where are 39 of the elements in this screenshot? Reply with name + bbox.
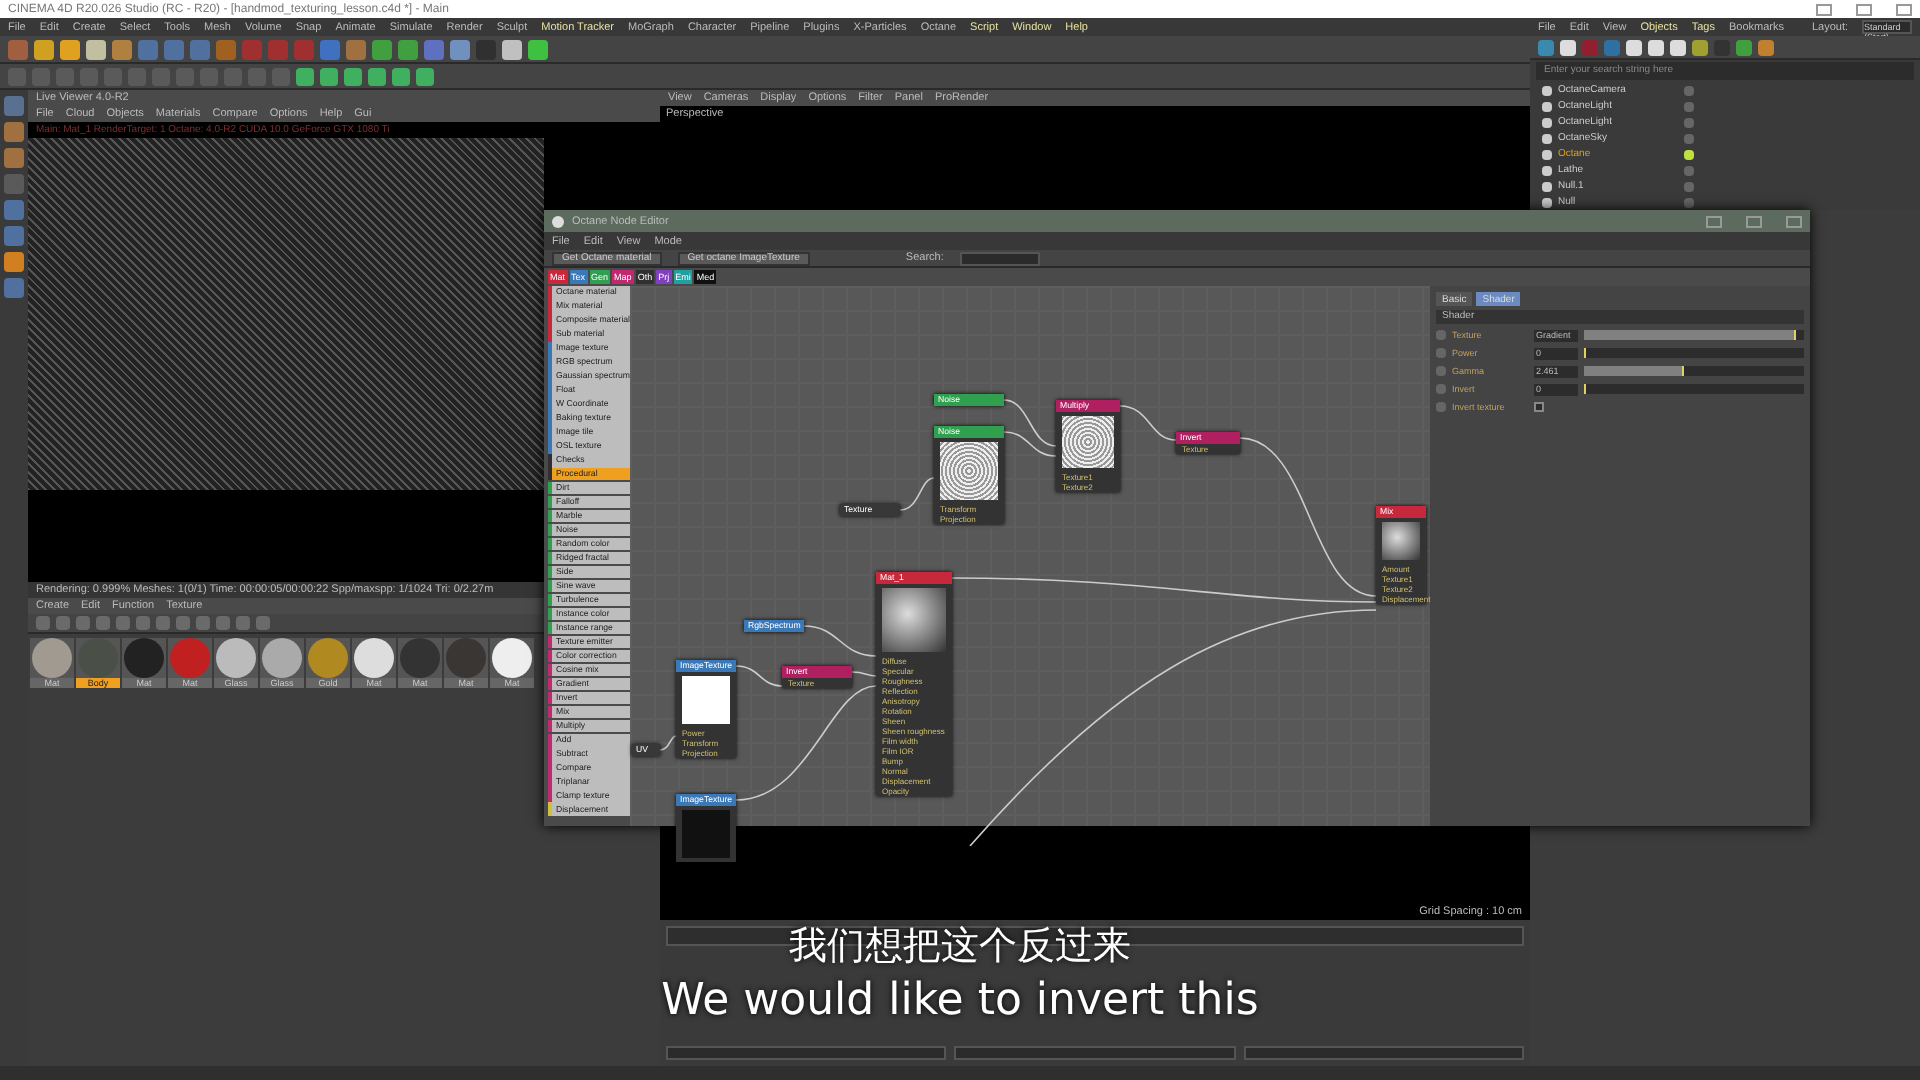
connection-wire — [851, 671, 877, 677]
material-ball-icon — [216, 638, 256, 678]
material-ball-icon — [492, 638, 532, 678]
maximize-button[interactable] — [1746, 215, 1762, 227]
minimize-button[interactable] — [1706, 215, 1722, 227]
material-ball-icon — [124, 638, 164, 678]
checkbox[interactable] — [1534, 402, 1544, 412]
material-preview — [882, 588, 946, 652]
material-ball-icon — [308, 638, 348, 678]
search-field[interactable] — [959, 251, 1040, 265]
subtitle: 我们想把这个反过来 — [789, 922, 1131, 972]
close-button[interactable] — [1896, 3, 1912, 15]
slider[interactable] — [1584, 366, 1804, 376]
material-ball-icon — [78, 638, 118, 678]
maximize-button[interactable] — [1856, 3, 1872, 15]
slider[interactable] — [1584, 384, 1804, 394]
frame-field[interactable] — [1243, 1046, 1524, 1060]
material-ball-icon — [446, 638, 486, 678]
connection-wire — [899, 477, 935, 511]
material-ball-icon — [32, 638, 72, 678]
texture-preview — [940, 442, 998, 500]
texture-preview — [1062, 416, 1114, 468]
connection-wire — [659, 735, 677, 751]
connection-wire — [803, 625, 877, 657]
texture-preview — [682, 676, 730, 724]
frame-field[interactable] — [666, 1046, 947, 1060]
texture-preview — [682, 810, 730, 858]
minimize-button[interactable] — [1816, 3, 1832, 15]
material-preview — [1382, 522, 1420, 560]
app-icon — [552, 215, 564, 227]
material-ball-icon — [262, 638, 302, 678]
close-button[interactable] — [1786, 215, 1802, 227]
connection-wire — [1119, 405, 1177, 441]
material-ball-icon — [354, 638, 394, 678]
material-ball-icon — [170, 638, 210, 678]
material-ball-icon — [400, 638, 440, 678]
frame-field[interactable] — [954, 1046, 1236, 1060]
slider[interactable] — [1584, 348, 1804, 358]
subtitle: We would like to invert this — [661, 976, 1259, 1026]
